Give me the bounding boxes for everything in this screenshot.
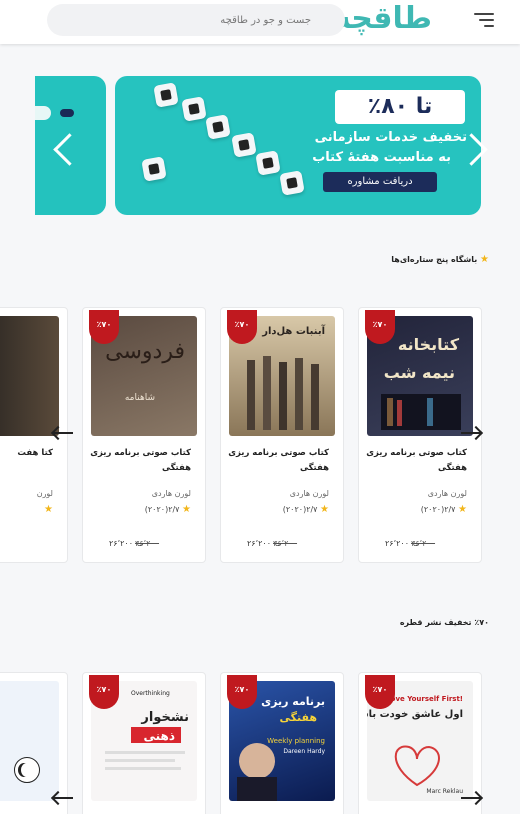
taaghche-logo[interactable]: طاقچه <box>333 2 433 36</box>
dark-mode-toggle-moon-icon[interactable] <box>14 757 40 783</box>
cover-portrait <box>237 777 277 801</box>
cover-portrait <box>239 743 275 779</box>
section2-prev-arrow-icon[interactable] <box>50 789 76 807</box>
cover-text: نشخوار <box>140 710 189 725</box>
cube-decoration-icon <box>231 132 257 158</box>
product-card[interactable]: ٪۷۰ آبنبات هل‌دار کتاب صوتی برنامه ریزی … <box>220 307 344 563</box>
section2-next-arrow-icon[interactable] <box>458 789 484 807</box>
cube-decoration-icon <box>205 114 231 140</box>
section-title-five-star[interactable]: ★ باشگاه پنج ستاره‌ای‌ها <box>391 254 489 265</box>
discount-badge: ٪۷۰ <box>89 310 119 344</box>
banner-title: تا ۸۰٪ <box>335 90 465 124</box>
page: طاقچه تا ۸۰٪ تخفیف خدمات سازمانی به مناس… <box>0 0 520 814</box>
banner-prev-chevron-icon[interactable] <box>50 128 72 168</box>
cover-book <box>397 400 402 426</box>
cover-text: هفتگی <box>279 711 317 724</box>
star-icon: ★ <box>44 504 53 515</box>
prev-slide-decoration <box>60 109 74 117</box>
cover-line <box>105 767 181 770</box>
star-icon: ★ <box>480 254 489 265</box>
star-icon: ★ <box>182 504 191 515</box>
discount-badge: ٪۷۰ <box>365 675 395 709</box>
search-box[interactable] <box>47 4 345 36</box>
cube-decoration-icon <box>279 170 305 196</box>
search-input[interactable] <box>47 4 345 36</box>
product-author[interactable]: لورن هاردی <box>152 489 191 498</box>
product-author[interactable]: لورن هاردی <box>290 489 329 498</box>
discount-badge: ٪۷۰ <box>365 310 395 344</box>
cover-figure <box>263 356 271 430</box>
section1-next-arrow-icon[interactable] <box>458 424 484 442</box>
price-new: ت۲۶٬۲۰۰ <box>109 539 144 548</box>
product-rating: ★ <box>44 504 53 515</box>
discount-badge: ٪۷۰ <box>89 675 119 709</box>
banner-cta-button[interactable]: دریافت مشاوره <box>323 172 437 192</box>
star-icon: ★ <box>320 504 329 515</box>
cover-text: ذهنی <box>143 729 175 743</box>
product-author-fragment[interactable]: لورن <box>37 489 53 498</box>
cover-text: فردوسی <box>105 339 185 364</box>
prev-slide-decoration <box>35 106 51 120</box>
cube-decoration-icon <box>181 96 207 122</box>
cover-line <box>105 759 175 762</box>
product-title[interactable]: کتاب صوتی برنامه ریزی هفتگی <box>87 446 191 476</box>
heart-drawing-icon <box>394 745 440 787</box>
product-rating: ★ ۲/۷(۲۰۲۰) <box>282 504 329 515</box>
cover-text: آبنبات هل‌دار <box>261 324 325 337</box>
cube-decoration-icon <box>153 82 179 108</box>
cover-text: کتابخانه <box>398 335 460 354</box>
discount-badge: ٪۷۰ <box>227 675 257 709</box>
section1-prev-arrow-icon[interactable] <box>50 424 76 442</box>
cover-text: برنامه ریزی <box>261 695 325 708</box>
cover-text: Overthinking <box>131 690 170 697</box>
product-author[interactable]: لورن هاردی <box>428 489 467 498</box>
cover-figure <box>247 360 255 430</box>
book-cover[interactable] <box>0 316 59 436</box>
price-new: ت۲۶٬۲۰۰ <box>385 539 420 548</box>
cover-figure <box>279 362 287 430</box>
cover-book <box>387 398 393 426</box>
banner-line-2: به مناسبت هفتهٔ کتاب <box>312 150 451 165</box>
cover-text: Weekly planning <box>267 737 325 745</box>
cube-decoration-icon <box>141 156 167 182</box>
cover-text: شاهنامه <box>125 393 155 403</box>
cover-figure <box>311 364 319 430</box>
price-new: ت۲۶٬۲۰۰ <box>247 539 282 548</box>
book-cover[interactable] <box>0 681 59 801</box>
product-card[interactable]: ٪۷۰ Overthinking نشخوار ذهنی <box>82 672 206 814</box>
banner-next-chevron-icon[interactable] <box>466 128 488 168</box>
hamburger-menu-icon[interactable] <box>474 12 494 28</box>
product-card[interactable]: ٪۷۰ برنامه ریزی هفتگی Weekly planning Da… <box>220 672 344 814</box>
product-title[interactable]: کتاب صوتی برنامه ریزی هفتگی <box>363 446 467 476</box>
section-title-ghatreh[interactable]: ٪۷۰ تخفیف نشر قطره <box>400 618 489 627</box>
banner-line-1: تخفیف خدمات سازمانی <box>314 130 467 145</box>
banner-slide[interactable]: تا ۸۰٪ تخفیف خدمات سازمانی به مناسبت هفت… <box>115 76 481 215</box>
cover-text: Love Yourself First! <box>386 695 463 703</box>
product-title-fragment[interactable]: کتا هفت <box>0 446 53 461</box>
app-header: طاقچه <box>0 0 520 44</box>
cover-book <box>427 398 433 426</box>
product-title[interactable]: کتاب صوتی برنامه ریزی هفتگی <box>225 446 329 476</box>
cube-decoration-icon <box>255 150 281 176</box>
star-icon: ★ <box>458 504 467 515</box>
cover-text: نیمه شب <box>384 363 455 382</box>
product-rating: ★ ۲/۷(۲۰۲۰) <box>420 504 467 515</box>
discount-badge: ٪۷۰ <box>227 310 257 344</box>
cover-text: Dareen Hardy <box>283 748 325 755</box>
cover-figure <box>295 358 303 430</box>
cover-text: اول عاشق خودت باش <box>367 709 463 720</box>
product-rating: ★ ۲/۷(۲۰۲۰) <box>144 504 191 515</box>
cover-line <box>105 751 185 754</box>
product-card[interactable]: ٪۷۰ فردوسی شاهنامه کتاب صوتی برنامه ریزی… <box>82 307 206 563</box>
